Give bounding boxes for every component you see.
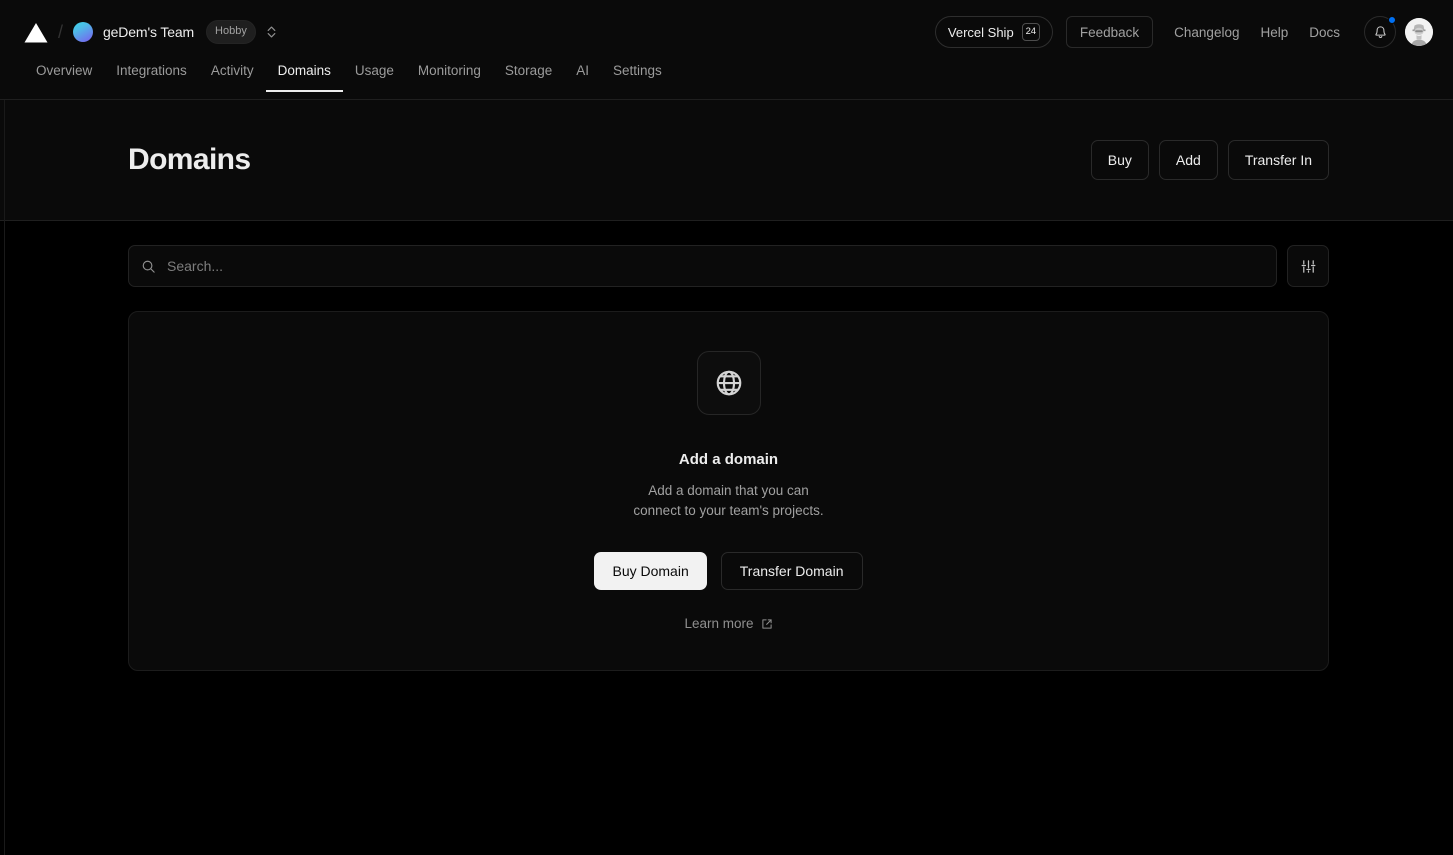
page-header: Domains Buy Add Transfer In (0, 100, 1453, 221)
breadcrumb-separator: / (58, 21, 64, 42)
empty-state-card: Add a domain Add a domain that you can c… (128, 311, 1329, 671)
top-bar: / geDem's Team Hobby Vercel Ship 24 Feed… (0, 0, 1453, 64)
globe-icon-container (696, 350, 761, 415)
toolbar (128, 245, 1329, 287)
search-input[interactable] (167, 258, 1264, 274)
vercel-ship-label: Vercel Ship (947, 24, 1014, 40)
top-bar-right: Vercel Ship 24 Feedback Changelog Help D… (934, 16, 1433, 48)
transfer-domain-button[interactable]: Transfer Domain (720, 552, 863, 591)
empty-state-title: Add a domain (678, 450, 779, 468)
vercel-ship-button[interactable]: Vercel Ship 24 (934, 16, 1053, 48)
tab-domains[interactable]: Domains (265, 64, 344, 91)
learn-more-link[interactable]: Learn more (684, 616, 772, 631)
empty-state-description-line2: connect to your team's projects. (633, 503, 824, 518)
primary-nav-tabs: Overview Integrations Activity Domains U… (0, 64, 1453, 100)
empty-state-actions: Buy Domain Transfer Domain (594, 552, 863, 591)
transfer-in-button[interactable]: Transfer In (1227, 140, 1329, 180)
tab-integrations[interactable]: Integrations (104, 64, 199, 91)
empty-state-description: Add a domain that you can connect to you… (633, 481, 823, 522)
notification-unread-dot (1388, 16, 1396, 24)
main-content: Add a domain Add a domain that you can c… (0, 221, 1453, 671)
breadcrumb: / geDem's Team Hobby (24, 20, 278, 44)
tab-storage[interactable]: Storage (493, 64, 564, 91)
tab-ai[interactable]: AI (564, 64, 601, 91)
search-field[interactable] (128, 245, 1277, 287)
tab-usage[interactable]: Usage (343, 64, 406, 91)
docs-link[interactable]: Docs (1309, 25, 1340, 40)
buy-domain-button[interactable]: Buy Domain (594, 552, 707, 591)
page-header-actions: Buy Add Transfer In (1090, 140, 1329, 180)
chevron-up-down-icon[interactable] (266, 24, 278, 40)
tab-activity[interactable]: Activity (199, 64, 266, 91)
add-button[interactable]: Add (1158, 140, 1218, 180)
changelog-link[interactable]: Changelog (1174, 25, 1239, 40)
learn-more-label: Learn more (684, 616, 754, 632)
page-title: Domains (128, 143, 251, 176)
app-root: / geDem's Team Hobby Vercel Ship 24 Feed… (0, 0, 1453, 855)
tab-settings[interactable]: Settings (601, 64, 674, 91)
globe-icon (714, 368, 744, 398)
empty-state-description-line1: Add a domain that you can (648, 482, 809, 498)
vercel-triangle-logo-icon[interactable] (24, 22, 48, 43)
window-left-edge (4, 0, 5, 855)
tab-monitoring[interactable]: Monitoring (406, 64, 493, 91)
feedback-button[interactable]: Feedback (1065, 16, 1154, 48)
help-link[interactable]: Help (1260, 25, 1288, 40)
tab-overview[interactable]: Overview (24, 64, 104, 91)
filter-button[interactable] (1287, 245, 1329, 287)
external-link-icon (761, 618, 773, 630)
team-avatar (73, 22, 94, 42)
sliders-filter-icon (1300, 258, 1317, 275)
team-name[interactable]: geDem's Team (103, 24, 194, 40)
user-avatar[interactable] (1405, 18, 1433, 46)
vercel-ship-badge: 24 (1021, 23, 1040, 41)
search-icon (141, 259, 156, 274)
notifications-button[interactable] (1364, 16, 1396, 48)
plan-badge: Hobby (206, 20, 256, 44)
bell-icon (1373, 25, 1388, 40)
buy-button[interactable]: Buy (1090, 140, 1149, 180)
feedback-label: Feedback (1079, 24, 1140, 40)
